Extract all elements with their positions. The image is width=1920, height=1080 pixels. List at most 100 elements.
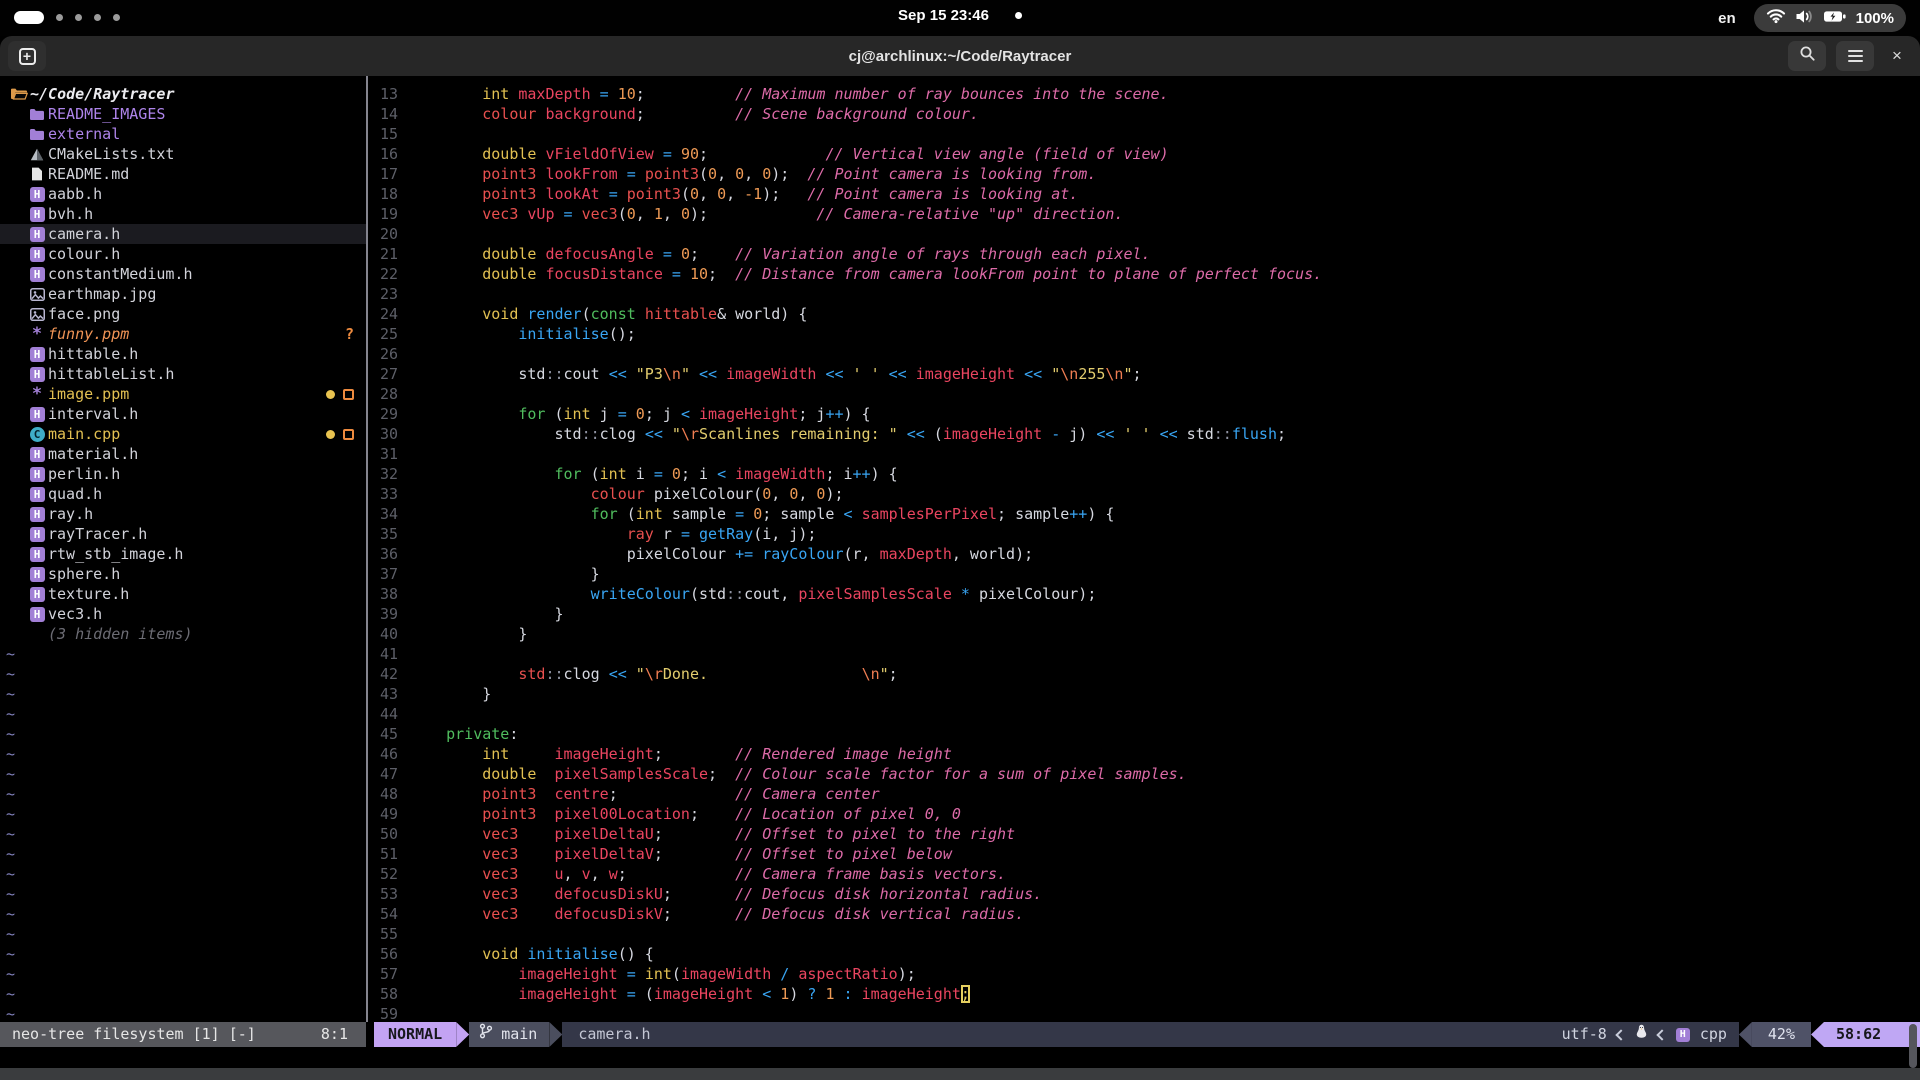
scrollbar-thumb[interactable] [1909, 1024, 1917, 1068]
code-line-27[interactable]: 27 std::cout << "P3\n" << imageWidth << … [368, 364, 1920, 384]
workspace-dot[interactable] [94, 14, 101, 21]
code-line-26[interactable]: 26 [368, 344, 1920, 364]
tree-item-camera-h[interactable]: Hcamera.h [0, 224, 366, 244]
tree-item-quad-h[interactable]: Hquad.h [0, 484, 366, 504]
code-text: vec3 defocusDiskV; // Defocus disk verti… [410, 904, 1024, 924]
tree-item-hittablelist-h[interactable]: HhittableList.h [0, 364, 366, 384]
code-line-56[interactable]: 56 void initialise() { [368, 944, 1920, 964]
code-line-22[interactable]: 22 double focusDistance = 10; // Distanc… [368, 264, 1920, 284]
code-line-38[interactable]: 38 writeColour(std::cout, pixelSamplesSc… [368, 584, 1920, 604]
code-line-16[interactable]: 16 double vFieldOfView = 90; // Vertical… [368, 144, 1920, 164]
code-line-53[interactable]: 53 vec3 defocusDiskU; // Defocus disk ho… [368, 884, 1920, 904]
code-line-32[interactable]: 32 for (int i = 0; i < imageWidth; i++) … [368, 464, 1920, 484]
code-line-25[interactable]: 25 initialise(); [368, 324, 1920, 344]
command-line[interactable] [0, 1047, 1920, 1068]
code-line-43[interactable]: 43 } [368, 684, 1920, 704]
code-line-36[interactable]: 36 pixelColour += rayColour(r, maxDepth,… [368, 544, 1920, 564]
code-line-35[interactable]: 35 ray r = getRay(i, j); [368, 524, 1920, 544]
close-button[interactable]: × [1884, 41, 1910, 71]
code-line-28[interactable]: 28 [368, 384, 1920, 404]
tree-item-external[interactable]: external [0, 124, 366, 144]
code-line-20[interactable]: 20 [368, 224, 1920, 244]
workspace-dot[interactable] [56, 14, 63, 21]
titlebar-actions: × [1788, 41, 1910, 71]
tree-item-perlin-h[interactable]: Hperlin.h [0, 464, 366, 484]
code-line-34[interactable]: 34 for (int sample = 0; sample < samples… [368, 504, 1920, 524]
tree-item-colour-h[interactable]: Hcolour.h [0, 244, 366, 264]
filetype-label: cpp [1700, 1022, 1727, 1047]
code-line-41[interactable]: 41 [368, 644, 1920, 664]
chevron-left-icon [1615, 1029, 1626, 1040]
tree-item-raytracer-h[interactable]: HrayTracer.h [0, 524, 366, 544]
code-line-51[interactable]: 51 vec3 pixelDeltaV; // Offset to pixel … [368, 844, 1920, 864]
code-line-57[interactable]: 57 imageHeight = int(imageWidth / aspect… [368, 964, 1920, 984]
search-button[interactable] [1788, 41, 1826, 71]
workspace-dot[interactable] [113, 14, 120, 21]
code-line-21[interactable]: 21 double defocusAngle = 0; // Variation… [368, 244, 1920, 264]
workspace-indicator[interactable] [14, 11, 120, 24]
keyboard-layout[interactable]: en [1718, 10, 1736, 27]
tree-item-material-h[interactable]: Hmaterial.h [0, 444, 366, 464]
code-line-55[interactable]: 55 [368, 924, 1920, 944]
tree-item-readme-images[interactable]: README_IMAGES [0, 104, 366, 124]
cmake-icon [26, 148, 48, 161]
code-line-30[interactable]: 30 std::clog << "\rScanlines remaining: … [368, 424, 1920, 444]
code-line-37[interactable]: 37 } [368, 564, 1920, 584]
code-line-44[interactable]: 44 [368, 704, 1920, 724]
code-line-49[interactable]: 49 point3 pixel00Location; // Location o… [368, 804, 1920, 824]
system-menu[interactable]: 100% [1754, 4, 1906, 32]
tree-item-vec3-h[interactable]: Hvec3.h [0, 604, 366, 624]
tree-item-funny-ppm[interactable]: *funny.ppm? [0, 324, 366, 344]
code-line-15[interactable]: 15 [368, 124, 1920, 144]
tree-item-texture-h[interactable]: Htexture.h [0, 584, 366, 604]
code-line-50[interactable]: 50 vec3 pixelDeltaU; // Offset to pixel … [368, 824, 1920, 844]
tree-item-hittable-h[interactable]: Hhittable.h [0, 344, 366, 364]
code-line-31[interactable]: 31 [368, 444, 1920, 464]
workspace-dot[interactable] [75, 14, 82, 21]
code-line-47[interactable]: 47 double pixelSamplesScale; // Colour s… [368, 764, 1920, 784]
code-line-23[interactable]: 23 [368, 284, 1920, 304]
code-text: private: [410, 724, 518, 744]
code-line-39[interactable]: 39 } [368, 604, 1920, 624]
menu-button[interactable] [1836, 41, 1874, 71]
code-line-48[interactable]: 48 point3 centre; // Camera center [368, 784, 1920, 804]
tree-item-constantmedium-h[interactable]: HconstantMedium.h [0, 264, 366, 284]
code-line-59[interactable]: 59 [368, 1004, 1920, 1022]
tree-item-aabb-h[interactable]: Haabb.h [0, 184, 366, 204]
code-line-24[interactable]: 24 void render(const hittable& world) { [368, 304, 1920, 324]
tree-item-earthmap-jpg[interactable]: earthmap.jpg [0, 284, 366, 304]
code-line-46[interactable]: 46 int imageHeight; // Rendered image he… [368, 744, 1920, 764]
code-line-29[interactable]: 29 for (int j = 0; j < imageHeight; j++)… [368, 404, 1920, 424]
tree-item-bvh-h[interactable]: Hbvh.h [0, 204, 366, 224]
tree-item-rtw-stb-image-h[interactable]: Hrtw_stb_image.h [0, 544, 366, 564]
tree-item-cmakelists-txt[interactable]: CMakeLists.txt [0, 144, 366, 164]
tree-item--code-raytracer[interactable]: ~/Code/Raytracer [0, 84, 366, 104]
line-number: 29 [368, 404, 398, 424]
code-line-33[interactable]: 33 colour pixelColour(0, 0, 0); [368, 484, 1920, 504]
tree-item-sphere-h[interactable]: Hsphere.h [0, 564, 366, 584]
code-line-13[interactable]: 13 int maxDepth = 10; // Maximum number … [368, 84, 1920, 104]
code-text: for (int i = 0; i < imageWidth; i++) { [410, 464, 898, 484]
h-icon: H [26, 527, 48, 542]
code-line-42[interactable]: 42 std::clog << "\rDone. \n"; [368, 664, 1920, 684]
code-line-58[interactable]: 58 imageHeight = (imageHeight < 1) ? 1 :… [368, 984, 1920, 1004]
code-line-18[interactable]: 18 point3 lookAt = point3(0, 0, -1); // … [368, 184, 1920, 204]
code-text: for (int sample = 0; sample < samplesPer… [410, 504, 1114, 524]
tree-item-main-cpp[interactable]: Cmain.cpp [0, 424, 366, 444]
tree-item-face-png[interactable]: face.png [0, 304, 366, 324]
code-line-40[interactable]: 40 } [368, 624, 1920, 644]
clock[interactable]: Sep 15 23:46 [898, 7, 1022, 24]
code-line-54[interactable]: 54 vec3 defocusDiskV; // Defocus disk ve… [368, 904, 1920, 924]
code-line-45[interactable]: 45 private: [368, 724, 1920, 744]
h-icon: H [26, 207, 48, 222]
tree-item-readme-md[interactable]: README.md [0, 164, 366, 184]
active-workspace-pill[interactable] [14, 11, 44, 24]
code-line-14[interactable]: 14 colour background; // Scene backgroun… [368, 104, 1920, 124]
tree-item--3-hidden-items-[interactable]: (3 hidden items) [0, 624, 366, 644]
tree-item-interval-h[interactable]: Hinterval.h [0, 404, 366, 424]
code-line-19[interactable]: 19 vec3 vUp = vec3(0, 1, 0); // Camera-r… [368, 204, 1920, 224]
tree-item-image-ppm[interactable]: *image.ppm [0, 384, 366, 404]
code-line-52[interactable]: 52 vec3 u, v, w; // Camera frame basis v… [368, 864, 1920, 884]
tree-item-ray-h[interactable]: Hray.h [0, 504, 366, 524]
code-line-17[interactable]: 17 point3 lookFrom = point3(0, 0, 0); //… [368, 164, 1920, 184]
